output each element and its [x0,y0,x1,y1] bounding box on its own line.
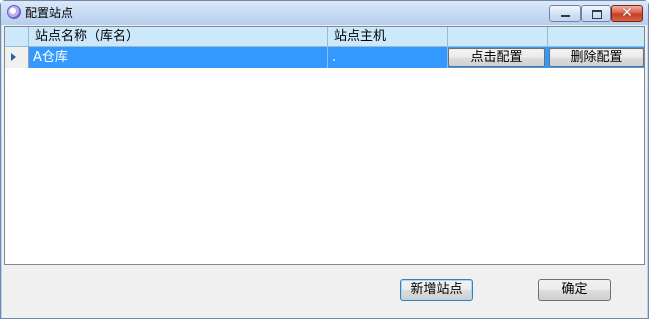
cell-site-host[interactable]: . [328,47,448,68]
header-site-name[interactable]: 站点名称（库名） [29,27,328,46]
header-site-host[interactable]: 站点主机 [328,27,448,46]
client-area: 站点名称（库名） 站点主机 A仓库 . 点击配置 删除配置 新增站点 确定 [2,25,647,318]
header-delete[interactable] [548,27,644,46]
delete-config-button[interactable]: 删除配置 [549,48,644,67]
close-button[interactable]: ✕ [611,5,643,22]
maximize-button[interactable] [581,5,611,22]
table-row[interactable]: A仓库 . 点击配置 删除配置 [5,47,644,68]
configure-button[interactable]: 点击配置 [448,48,545,67]
app-icon [7,5,21,19]
header-configure[interactable] [448,27,548,46]
row-indicator[interactable] [5,47,29,68]
grid-header: 站点名称（库名） 站点主机 [5,27,644,47]
header-row-indicator [5,27,29,46]
window-title: 配置站点 [25,6,74,20]
site-grid[interactable]: 站点名称（库名） 站点主机 A仓库 . 点击配置 删除配置 [4,26,645,265]
close-icon: ✕ [621,5,633,21]
title-bar[interactable]: 配置站点 ✕ [1,1,648,25]
minimize-icon [561,15,570,17]
config-site-window: 配置站点 ✕ 站点名称（库名） 站点主机 A仓库 . 点击配置 删除配置 新增站… [0,0,649,319]
cell-site-name[interactable]: A仓库 [29,47,328,68]
add-site-button[interactable]: 新增站点 [400,279,473,301]
ok-button[interactable]: 确定 [538,279,611,301]
minimize-button[interactable] [549,5,581,22]
maximize-icon [592,10,602,19]
current-row-arrow-icon [11,53,16,61]
